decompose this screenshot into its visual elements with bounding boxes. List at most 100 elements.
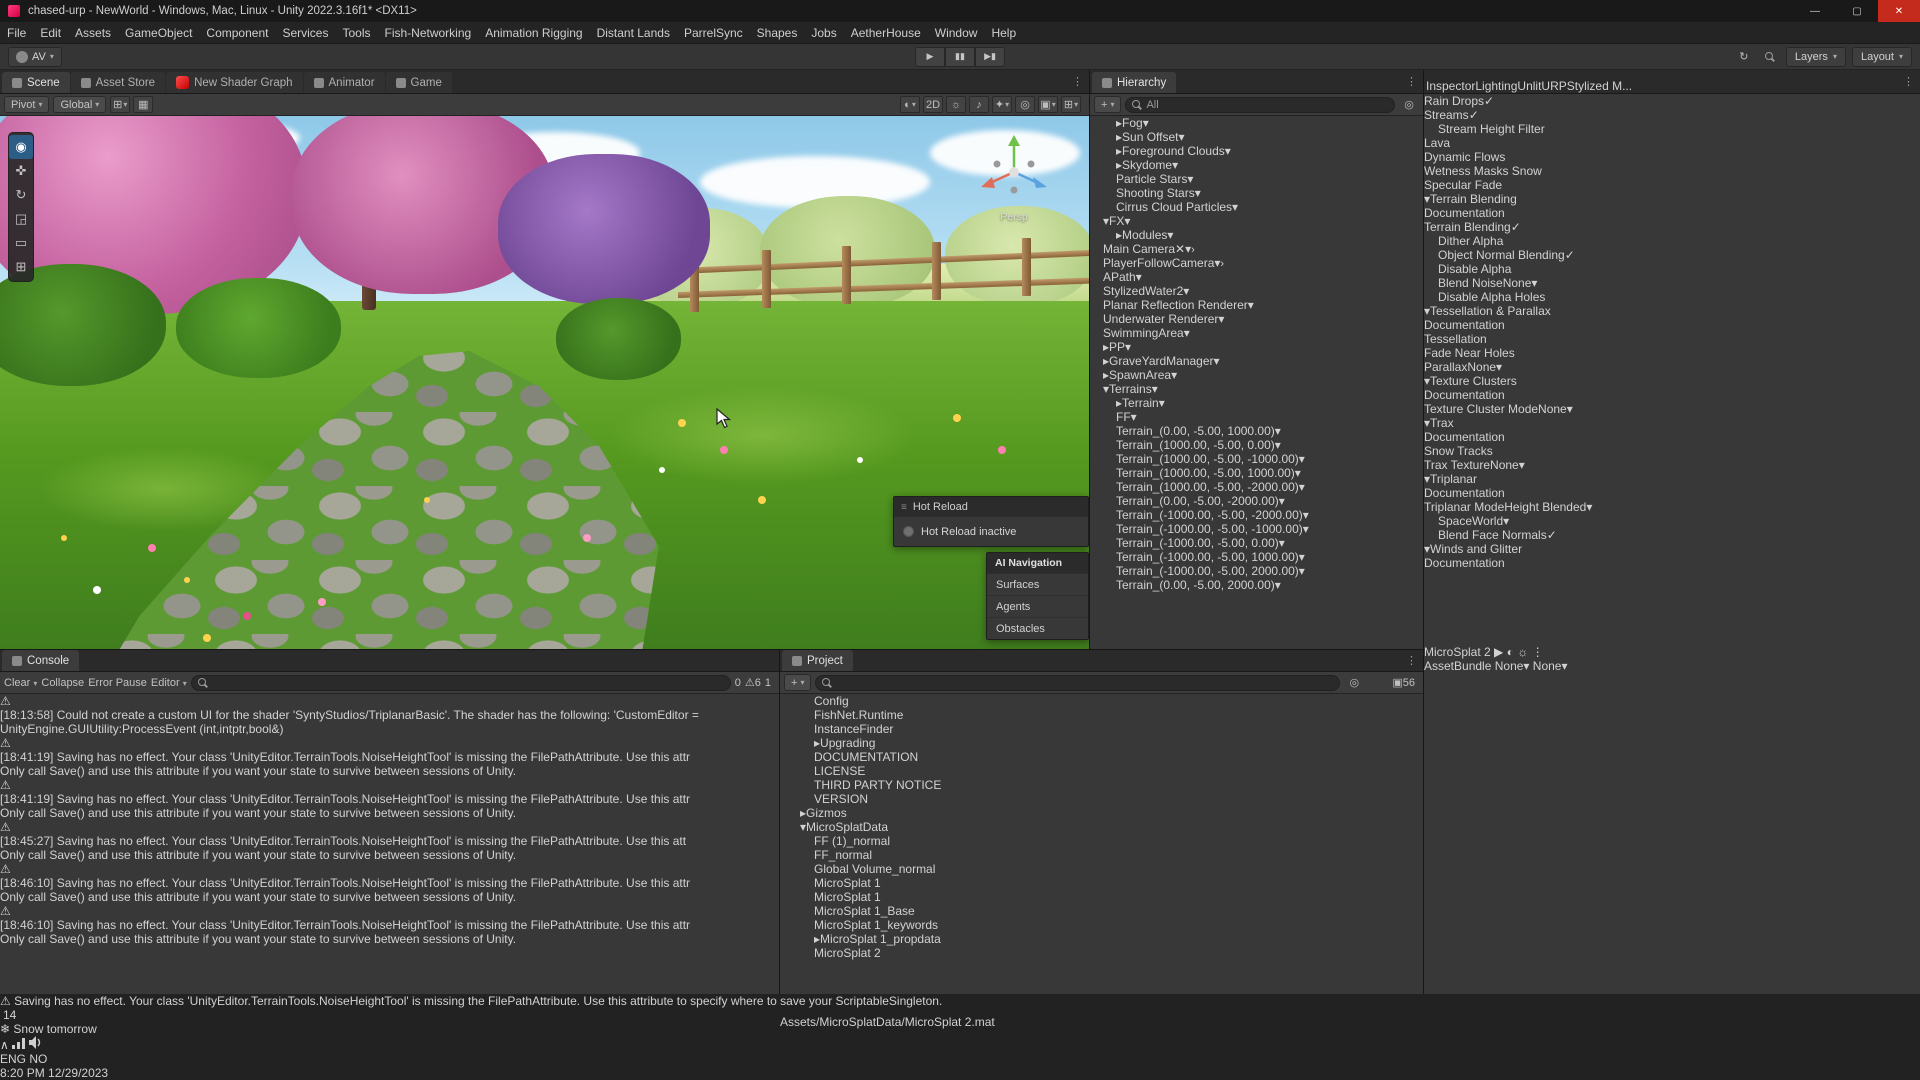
menu-item-parrelsync[interactable]: ParrelSync: [677, 22, 750, 43]
menu-item-aetherhouse[interactable]: AetherHouse: [844, 22, 928, 43]
tab-lighting[interactable]: Lighting: [1475, 79, 1517, 93]
menu-item-edit[interactable]: Edit: [33, 22, 68, 43]
clear-button[interactable]: Clear ▾: [4, 677, 37, 689]
menu-item-distant-lands[interactable]: Distant Lands: [590, 22, 677, 43]
mode-2d-icon[interactable]: 2D: [923, 96, 943, 113]
dropdown[interactable]: None▾: [1503, 276, 1538, 290]
hierarchy-row-terrains[interactable]: ▾Terrains▾: [1090, 382, 1423, 396]
move-tool-icon[interactable]: ✜: [9, 159, 33, 183]
console-entry[interactable]: ⚠[18:45:27] Saving has no effect. Your c…: [0, 820, 779, 862]
hierarchy-row-graveyardmanager[interactable]: ▸GraveYardManager▾: [1090, 354, 1423, 368]
tab-project[interactable]: Project: [782, 650, 853, 671]
documentation-button[interactable]: Documentation: [1424, 430, 1920, 444]
transform-tool-icon[interactable]: ⊞: [9, 255, 33, 279]
hierarchy-row-shooting-stars[interactable]: Shooting Stars▾: [1090, 186, 1423, 200]
project-item-license[interactable]: LICENSE: [780, 764, 1423, 778]
hierarchy-row-terrain-0-00-5-00-2000-00[interactable]: Terrain_(0.00, -5.00, -2000.00)▾: [1090, 494, 1423, 508]
tab-scene[interactable]: Scene: [2, 72, 70, 93]
projection-label[interactable]: Persp: [971, 211, 1057, 223]
dropdown[interactable]: Height Blended▾: [1504, 500, 1592, 514]
open-asset-icon[interactable]: ◎: [1344, 674, 1364, 691]
hierarchy-row-spawnarea[interactable]: ▸SpawnArea▾: [1090, 368, 1423, 382]
hierarchy-row-cirrus-cloud-particles[interactable]: Cirrus Cloud Particles▾: [1090, 200, 1423, 214]
hierarchy-row-sun-offset[interactable]: ▸Sun Offset▾: [1090, 130, 1423, 144]
preview-shape-icon[interactable]: ◐: [1507, 645, 1514, 659]
tab-asset-store[interactable]: Asset Store: [71, 72, 165, 93]
mail-app[interactable]: 14: [3, 1008, 16, 1022]
hierarchy-row-main-camera[interactable]: Main Camera✕▾›: [1090, 242, 1423, 256]
hierarchy-row-ff[interactable]: FF▾: [1090, 410, 1423, 424]
menu-item-window[interactable]: Window: [928, 22, 985, 43]
panel-menu-icon[interactable]: ⋮: [1406, 75, 1417, 88]
menu-item-component[interactable]: Component: [199, 22, 275, 43]
rect-tool-icon[interactable]: ▭: [9, 231, 33, 255]
assetbundle-dropdown[interactable]: None▾: [1495, 659, 1533, 673]
project-item-microsplat-1[interactable]: MicroSplat 1: [780, 876, 1423, 890]
layers-dropdown[interactable]: Layers ▾: [1786, 47, 1846, 67]
status-bar[interactable]: ⚠ Saving has no effect. Your class 'Unit…: [0, 994, 1920, 1008]
menu-item-animation-rigging[interactable]: Animation Rigging: [478, 22, 589, 43]
weather-widget[interactable]: ❄ Snow tomorrow: [0, 1022, 1920, 1036]
hierarchy-row-terrain-0-00-5-00-2000-00[interactable]: Terrain_(0.00, -5.00, 2000.00)▾: [1090, 578, 1423, 592]
project-item-microsplat-1-base[interactable]: MicroSplat 1_Base: [780, 904, 1423, 918]
step-button[interactable]: ▶▮: [975, 47, 1005, 67]
project-item-config[interactable]: Config: [780, 694, 1423, 708]
hierarchy-row-terrain-1000-00-5-00-1000-00[interactable]: Terrain_(1000.00, -5.00, 1000.00)▾: [1090, 466, 1423, 480]
hierarchy-row-planar-reflection-renderer[interactable]: Planar Reflection Renderer▾: [1090, 298, 1423, 312]
console-entry[interactable]: ⚠[18:41:19] Saving has no effect. Your c…: [0, 736, 779, 778]
dropdown[interactable]: None▾: [1467, 360, 1502, 374]
menu-item-file[interactable]: File: [0, 22, 33, 43]
handle-rotation-dropdown[interactable]: Global ▾: [53, 96, 106, 113]
documentation-button[interactable]: Documentation: [1424, 486, 1920, 500]
project-item-microsplatdata[interactable]: ▾MicroSplatData: [780, 820, 1423, 834]
layout-dropdown[interactable]: Layout ▾: [1852, 47, 1912, 67]
project-item-instancefinder[interactable]: InstanceFinder: [780, 722, 1423, 736]
error-pause-button[interactable]: Error Pause: [88, 677, 147, 689]
preview-header[interactable]: MicroSplat 2 ▶ ◐ ☼ ⋮: [1424, 645, 1920, 659]
error-count[interactable]: 1: [765, 677, 771, 689]
hierarchy-row-terrain-1000-00-5-00-2000-00[interactable]: Terrain_(-1000.00, -5.00, -2000.00)▾: [1090, 508, 1423, 522]
undo-history-icon[interactable]: ↻: [1734, 48, 1754, 65]
info-count[interactable]: 0: [735, 677, 741, 689]
preview-play-icon[interactable]: ▶: [1494, 645, 1503, 659]
hierarchy-row-pp[interactable]: ▸PP▾: [1090, 340, 1423, 354]
assetbundle-variant-dropdown[interactable]: None▾: [1533, 659, 1568, 673]
prefab-open-icon[interactable]: ›: [1220, 258, 1224, 270]
prefab-open-icon[interactable]: ›: [1191, 244, 1195, 256]
tab-animator[interactable]: Animator: [304, 72, 385, 93]
project-item-ff-normal[interactable]: FF_normal: [780, 848, 1423, 862]
console-entry[interactable]: ⚠[18:13:58] Could not create a custom UI…: [0, 694, 779, 736]
minimize-button[interactable]: —: [1794, 0, 1836, 22]
pause-button[interactable]: ▮▮: [945, 47, 975, 67]
tab-stylized-m[interactable]: Stylized M...: [1567, 79, 1632, 93]
menu-item-services[interactable]: Services: [275, 22, 335, 43]
hidden-objects-icon[interactable]: ◎: [1015, 96, 1035, 113]
hot-reload-header[interactable]: ≡ Hot Reload: [894, 497, 1088, 517]
project-item-documentation[interactable]: DOCUMENTATION: [780, 750, 1423, 764]
account-button[interactable]: AV ▾: [8, 47, 62, 67]
project-item-upgrading[interactable]: ▸Upgrading: [780, 736, 1423, 750]
tab-game[interactable]: Game: [386, 72, 452, 93]
tab-new-shader-graph[interactable]: New Shader Graph: [166, 72, 302, 93]
scene-effects-icon[interactable]: ✦▾: [992, 96, 1012, 113]
project-item-gizmos[interactable]: ▸Gizmos: [780, 806, 1423, 820]
hierarchy-row-terrain-1000-00-5-00-1000-00[interactable]: Terrain_(1000.00, -5.00, -1000.00)▾: [1090, 452, 1423, 466]
documentation-button[interactable]: Documentation: [1424, 318, 1920, 332]
pivot-dropdown[interactable]: Pivot ▾: [4, 96, 49, 113]
inspector-scrollbar[interactable]: [1424, 570, 1920, 645]
panel-menu-icon[interactable]: ⋮: [1072, 75, 1083, 88]
inspector-section-triplanar[interactable]: ▾TriplanarDocumentation: [1424, 472, 1920, 500]
panel-menu-icon[interactable]: ⋮: [1406, 654, 1417, 667]
tray-chevron-icon[interactable]: ∧: [0, 1038, 9, 1052]
hierarchy-row-terrain-1000-00-5-00-1000-00[interactable]: Terrain_(-1000.00, -5.00, -1000.00)▾: [1090, 522, 1423, 536]
hierarchy-row-skydome[interactable]: ▸Skydome▾: [1090, 158, 1423, 172]
hierarchy-row-terrain-1000-00-5-00-0-00[interactable]: Terrain_(1000.00, -5.00, 0.00)▾: [1090, 438, 1423, 452]
hierarchy-row-fx[interactable]: ▾FX▾: [1090, 214, 1423, 228]
hierarchy-row-terrain-1000-00-5-00-2000-00[interactable]: Terrain_(-1000.00, -5.00, 2000.00)▾: [1090, 564, 1423, 578]
hierarchy-row-terrain-1000-00-5-00-1000-00[interactable]: Terrain_(-1000.00, -5.00, 1000.00)▾: [1090, 550, 1423, 564]
language-indicator[interactable]: ENG NO: [0, 1052, 1920, 1066]
tab-hierarchy[interactable]: Hierarchy: [1092, 72, 1176, 93]
project-item-fishnet-runtime[interactable]: FishNet.Runtime: [780, 708, 1423, 722]
tab-inspector[interactable]: Inspector: [1426, 79, 1475, 93]
scene-lighting-icon[interactable]: ☼: [946, 96, 966, 113]
